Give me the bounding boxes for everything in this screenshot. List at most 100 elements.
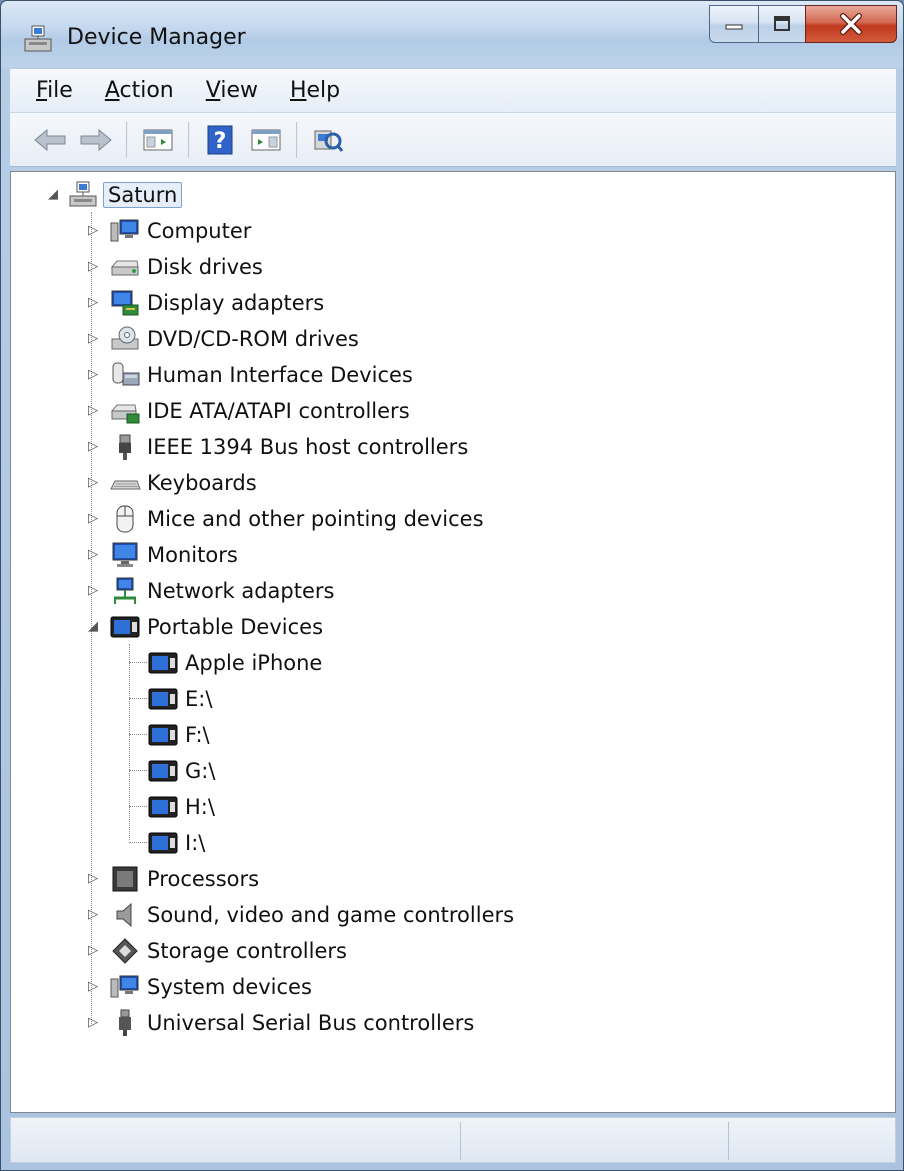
maximize-button[interactable] bbox=[758, 5, 806, 43]
forward-button[interactable] bbox=[76, 120, 116, 160]
tree-item-display-adapters[interactable]: ▷ Display adapters bbox=[85, 286, 324, 320]
tree-item-drive-i[interactable]: I:\ bbox=[147, 826, 205, 860]
device-tree[interactable]: ◢ Saturn ▷ Computer ▷ Disk drives ▷ Disp… bbox=[10, 171, 896, 1113]
expand-arrow-icon[interactable]: ▷ bbox=[85, 547, 101, 563]
portable-device-icon bbox=[147, 828, 179, 858]
menu-help[interactable]: Help bbox=[290, 78, 340, 103]
tree-item-processors[interactable]: ▷ Processors bbox=[85, 862, 259, 896]
expand-arrow-icon[interactable]: ▷ bbox=[85, 259, 101, 275]
expand-arrow-icon[interactable]: ▷ bbox=[85, 403, 101, 419]
menu-help-mnemonic: H bbox=[289, 78, 307, 103]
tree-connector bbox=[129, 644, 130, 840]
menu-view[interactable]: View bbox=[206, 78, 258, 103]
close-button[interactable] bbox=[805, 5, 897, 43]
tree-item-ide-ata-atapi-controllers[interactable]: ▷ IDE ATA/ATAPI controllers bbox=[85, 394, 410, 428]
tree-item-label: Keyboards bbox=[147, 471, 257, 495]
show-hide-action-pane-icon bbox=[251, 129, 281, 150]
tree-item-portable-devices[interactable]: ◢ Portable Devices bbox=[85, 610, 323, 644]
tree-connector bbox=[129, 806, 147, 807]
tree-item-label: Display adapters bbox=[147, 291, 325, 315]
tree-root-saturn[interactable]: ◢ Saturn bbox=[41, 178, 183, 212]
window-title: Device Manager bbox=[67, 25, 246, 50]
tree-item-sound-video-game-controllers[interactable]: ▷ Sound, video and game controllers bbox=[85, 898, 514, 932]
action-pane-button[interactable] bbox=[246, 120, 286, 160]
tree-connector bbox=[129, 770, 147, 771]
tree-item-label: F:\ bbox=[185, 723, 210, 747]
tree-item-label: Sound, video and game controllers bbox=[147, 903, 515, 927]
menu-file-mnemonic: F bbox=[36, 78, 48, 103]
scan-hardware-changes-icon bbox=[314, 130, 344, 152]
console-tree-button[interactable] bbox=[138, 120, 178, 160]
expand-arrow-icon[interactable]: ▷ bbox=[85, 907, 101, 923]
menu-file-label: ile bbox=[47, 78, 73, 103]
expand-arrow-icon[interactable]: ▷ bbox=[85, 475, 101, 491]
forward-arrow-icon bbox=[80, 128, 112, 151]
collapse-arrow-icon[interactable]: ◢ bbox=[45, 187, 61, 203]
toolbar: ? bbox=[10, 113, 896, 167]
tree-item-label: H:\ bbox=[185, 795, 215, 819]
back-button[interactable] bbox=[30, 120, 70, 160]
tree-item-disk-drives[interactable]: ▷ Disk drives bbox=[85, 250, 263, 284]
tree-item-computer[interactable]: ▷ Computer bbox=[85, 214, 251, 248]
minimize-button[interactable] bbox=[709, 5, 759, 43]
scan-hardware-button[interactable] bbox=[308, 120, 348, 160]
tree-item-monitors[interactable]: ▷ Monitors bbox=[85, 538, 238, 572]
help-button[interactable]: ? bbox=[200, 120, 240, 160]
title-bar[interactable]: Device Manager bbox=[1, 1, 903, 67]
portable-device-icon bbox=[147, 792, 179, 822]
status-bar-cell bbox=[460, 1122, 728, 1160]
portable-device-icon bbox=[147, 720, 179, 750]
menu-action[interactable]: Action bbox=[105, 78, 174, 103]
keyboard-icon bbox=[109, 468, 141, 498]
portable-device-icon bbox=[147, 684, 179, 714]
tree-item-drive-g[interactable]: G:\ bbox=[147, 754, 215, 788]
toolbar-separator bbox=[296, 121, 298, 158]
expand-arrow-icon[interactable]: ▷ bbox=[85, 439, 101, 455]
tree-item-label: Processors bbox=[147, 867, 260, 891]
expand-arrow-icon[interactable]: ▷ bbox=[85, 583, 101, 599]
tree-item-label: System devices bbox=[147, 975, 312, 999]
tree-item-drive-f[interactable]: F:\ bbox=[147, 718, 210, 752]
tree-item-system-devices[interactable]: ▷ System devices bbox=[85, 970, 312, 1004]
usb-icon bbox=[109, 1008, 141, 1038]
expand-arrow-icon[interactable]: ▷ bbox=[85, 223, 101, 239]
device-manager-icon bbox=[21, 23, 55, 55]
tree-item-keyboards[interactable]: ▷ Keyboards bbox=[85, 466, 257, 500]
expand-arrow-icon[interactable]: ▷ bbox=[85, 367, 101, 383]
show-hide-console-tree-icon bbox=[143, 129, 173, 150]
expand-arrow-icon[interactable]: ▷ bbox=[85, 331, 101, 347]
menu-view-label: iew bbox=[220, 78, 258, 103]
caption-buttons bbox=[709, 5, 897, 45]
expand-arrow-icon[interactable]: ▷ bbox=[85, 295, 101, 311]
tree-connector bbox=[129, 842, 147, 843]
menu-file[interactable]: File bbox=[36, 78, 73, 103]
menu-help-label: elp bbox=[306, 78, 341, 103]
tree-item-label: Apple iPhone bbox=[185, 651, 323, 675]
tree-item-human-interface-devices[interactable]: ▷ Human Interface Devices bbox=[85, 358, 413, 392]
tree-item-dvd-cdrom-drives[interactable]: ▷ DVD/CD-ROM drives bbox=[85, 322, 359, 356]
expand-arrow-icon[interactable]: ▷ bbox=[85, 511, 101, 527]
collapse-arrow-icon[interactable]: ◢ bbox=[85, 619, 101, 635]
expand-arrow-icon[interactable]: ▷ bbox=[85, 1015, 101, 1031]
status-bar-cell bbox=[728, 1122, 895, 1160]
display-adapter-icon bbox=[109, 288, 141, 318]
tree-item-drive-h[interactable]: H:\ bbox=[147, 790, 215, 824]
tree-item-apple-iphone[interactable]: Apple iPhone bbox=[147, 646, 322, 680]
tree-item-label: Network adapters bbox=[147, 579, 335, 603]
expand-arrow-icon[interactable]: ▷ bbox=[85, 943, 101, 959]
tree-item-label: IEEE 1394 Bus host controllers bbox=[147, 435, 469, 459]
expand-arrow-icon[interactable]: ▷ bbox=[85, 979, 101, 995]
computer-icon bbox=[109, 216, 141, 246]
tree-item-network-adapters[interactable]: ▷ Network adapters bbox=[85, 574, 334, 608]
tree-item-storage-controllers[interactable]: ▷ Storage controllers bbox=[85, 934, 347, 968]
tree-item-ieee-1394-bus-host-controllers[interactable]: ▷ IEEE 1394 Bus host controllers bbox=[85, 430, 468, 464]
tree-item-universal-serial-bus-controllers[interactable]: ▷ Universal Serial Bus controllers bbox=[85, 1006, 474, 1040]
disk-drive-icon bbox=[109, 252, 141, 282]
expand-arrow-icon[interactable]: ▷ bbox=[85, 871, 101, 887]
tree-item-drive-e[interactable]: E:\ bbox=[147, 682, 212, 716]
status-bar bbox=[10, 1117, 896, 1163]
menu-bar: File Action View Help bbox=[10, 69, 896, 113]
tree-item-mice[interactable]: ▷ Mice and other pointing devices bbox=[85, 502, 484, 536]
tree-item-label: Universal Serial Bus controllers bbox=[147, 1011, 475, 1035]
ide-controller-icon bbox=[109, 396, 141, 426]
